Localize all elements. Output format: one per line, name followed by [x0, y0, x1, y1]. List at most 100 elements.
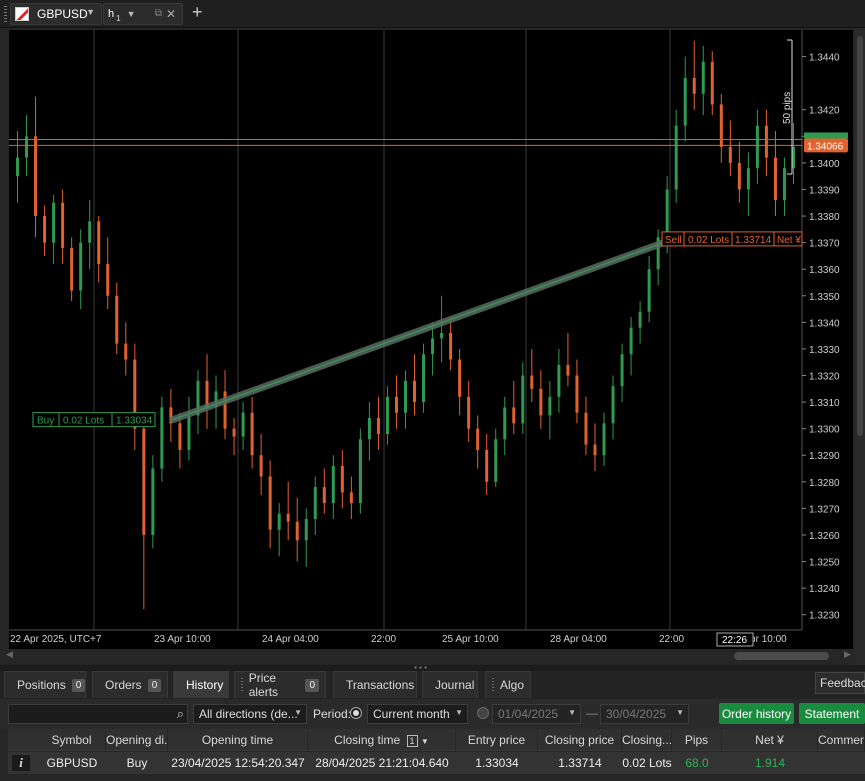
horizontal-scrollbar[interactable]: ◀ ▶	[4, 649, 855, 663]
candle-down	[142, 428, 146, 535]
tab-orders[interactable]: Orders 0	[92, 671, 168, 698]
table-row[interactable]: i GBPUSD Buy 23/04/2025 12:54:20.347 28/…	[8, 752, 865, 774]
price-tick-label: 1.3400	[809, 159, 840, 170]
vertical-scrollbar[interactable]	[855, 28, 865, 665]
col-opening-direction[interactable]: Opening di...	[106, 729, 168, 751]
tab-price-alerts-count: 0	[305, 678, 319, 692]
search-icon[interactable]: ⌕	[177, 706, 184, 722]
period-custom-radio[interactable]	[477, 707, 489, 719]
tab-algo[interactable]: Algo	[485, 671, 531, 698]
col-symbol[interactable]: Symbol	[38, 729, 106, 751]
candle-up	[160, 407, 164, 469]
tab-orders-label: Orders	[105, 678, 142, 692]
time-tick-label: 28 Apr 04:00	[550, 634, 607, 645]
col-closing-price[interactable]: Closing price	[538, 729, 622, 751]
directions-select[interactable]: All directions (de... ▼	[193, 704, 307, 724]
candle-down	[710, 61, 714, 105]
order-history-button[interactable]: Order history	[719, 703, 794, 724]
tab-positions[interactable]: Positions 0	[4, 671, 86, 698]
chevron-down-icon[interactable]: ▼	[86, 7, 95, 17]
symbol-tab[interactable]: GBPUSD ▼	[10, 3, 102, 25]
candle-up	[548, 396, 552, 416]
candle-down	[268, 476, 272, 530]
tab-positions-count: 0	[71, 678, 86, 692]
price-chart[interactable]: 1.34401.34201.34101.34001.33901.33801.33…	[4, 28, 855, 665]
tab-price-alerts-label: Price alerts	[248, 671, 279, 699]
candle-up	[638, 311, 642, 328]
candle-up	[52, 202, 56, 243]
col-net[interactable]: Net ¥	[722, 729, 818, 751]
candle-down	[467, 396, 471, 429]
price-tick-label: 1.3340	[809, 318, 840, 329]
chevron-down-icon: ▼	[676, 708, 684, 717]
candle-up	[503, 407, 507, 440]
col-pips[interactable]: Pips	[672, 729, 722, 751]
time-tick-label: 23 Apr 10:00	[154, 634, 211, 645]
timeframe-label: h	[108, 8, 115, 20]
candle-up	[782, 168, 786, 201]
chevron-down-icon: ▼	[568, 708, 576, 717]
col-closing-lots[interactable]: Closing...	[622, 729, 672, 751]
price-tick-label: 1.3290	[809, 451, 840, 462]
candle-down	[530, 375, 534, 389]
timeframe-tab[interactable]: h 1 ▼ ⧉ ✕	[103, 3, 183, 25]
price-tick-label: 1.3250	[809, 558, 840, 569]
tab-price-alerts[interactable]: Price alerts 0	[234, 671, 326, 699]
candle-up	[151, 468, 155, 535]
price-tick-label: 1.3260	[809, 531, 840, 542]
candle-up	[88, 221, 92, 243]
col-closing-time[interactable]: Closing time 1 ▼	[308, 729, 456, 751]
candle-up	[304, 519, 308, 541]
candle-down	[124, 343, 128, 360]
tab-grip-icon	[492, 678, 494, 692]
candle-up	[367, 418, 371, 440]
col-entry-price[interactable]: Entry price	[456, 729, 538, 751]
add-tab-icon[interactable]: +	[192, 2, 203, 23]
tab-transactions[interactable]: Transactions	[333, 671, 417, 698]
candle-down	[566, 364, 570, 376]
date-from-input[interactable]: 01/04/2025 ▼	[492, 704, 581, 724]
feedback-button[interactable]: Feedback	[815, 672, 865, 694]
buy-marker-price: 1.33034	[116, 416, 153, 427]
candle-down	[458, 359, 462, 397]
time-tick-label: 22 Apr 2025, UTC+7	[10, 634, 102, 645]
tab-history-label: History	[186, 678, 224, 692]
drag-grip-icon[interactable]	[4, 6, 7, 22]
scroll-left-icon[interactable]: ◀	[6, 649, 13, 660]
cell-closing-price: 1.33714	[558, 756, 602, 770]
candle-up	[16, 157, 20, 177]
scroll-right-icon[interactable]: ▶	[844, 649, 851, 660]
sell-marker-lots: 0.02 Lots	[688, 235, 729, 246]
candle-down	[512, 407, 516, 424]
search-input[interactable]: ⌕	[8, 704, 188, 724]
hscroll-thumb[interactable]	[734, 652, 829, 660]
candle-up	[331, 465, 335, 504]
price-tick-label: 1.3370	[809, 239, 840, 250]
candle-up	[313, 487, 317, 520]
directions-value: All directions (de...	[199, 707, 298, 721]
period-current-radio[interactable]	[350, 707, 362, 719]
info-icon[interactable]: i	[12, 755, 30, 771]
candle-down	[70, 247, 74, 291]
bottom-tabs: Positions 0 Orders 0 History Price alert…	[0, 671, 865, 699]
close-icon[interactable]: ✕	[166, 7, 176, 21]
tab-orders-count: 0	[147, 678, 162, 692]
period-select[interactable]: Current month ▼	[367, 704, 468, 724]
scrollbar-thumb[interactable]	[857, 36, 863, 436]
date-to-input[interactable]: 30/04/2025 ▼	[600, 704, 689, 724]
col-comment[interactable]: Comment	[818, 729, 865, 751]
tab-history[interactable]: History	[173, 671, 229, 698]
statement-button[interactable]: Statement	[799, 703, 865, 724]
tab-journal[interactable]: Journal	[422, 671, 478, 698]
chevron-down-icon[interactable]: ▼	[127, 9, 136, 19]
chart-canvas[interactable]: 1.34401.34201.34101.34001.33901.33801.33…	[4, 28, 855, 665]
col-closing-time-label: Closing time	[334, 733, 401, 747]
candle-up	[404, 380, 407, 413]
col-opening-time[interactable]: Opening time	[168, 729, 308, 751]
candle-down	[106, 263, 110, 296]
sell-marker-label: Sell	[665, 235, 682, 246]
symbol-flag-icon	[15, 7, 29, 21]
popout-icon[interactable]: ⧉	[155, 8, 162, 19]
current-time-label: 22:26	[722, 635, 747, 646]
price-tick-label: 1.3360	[809, 265, 840, 276]
